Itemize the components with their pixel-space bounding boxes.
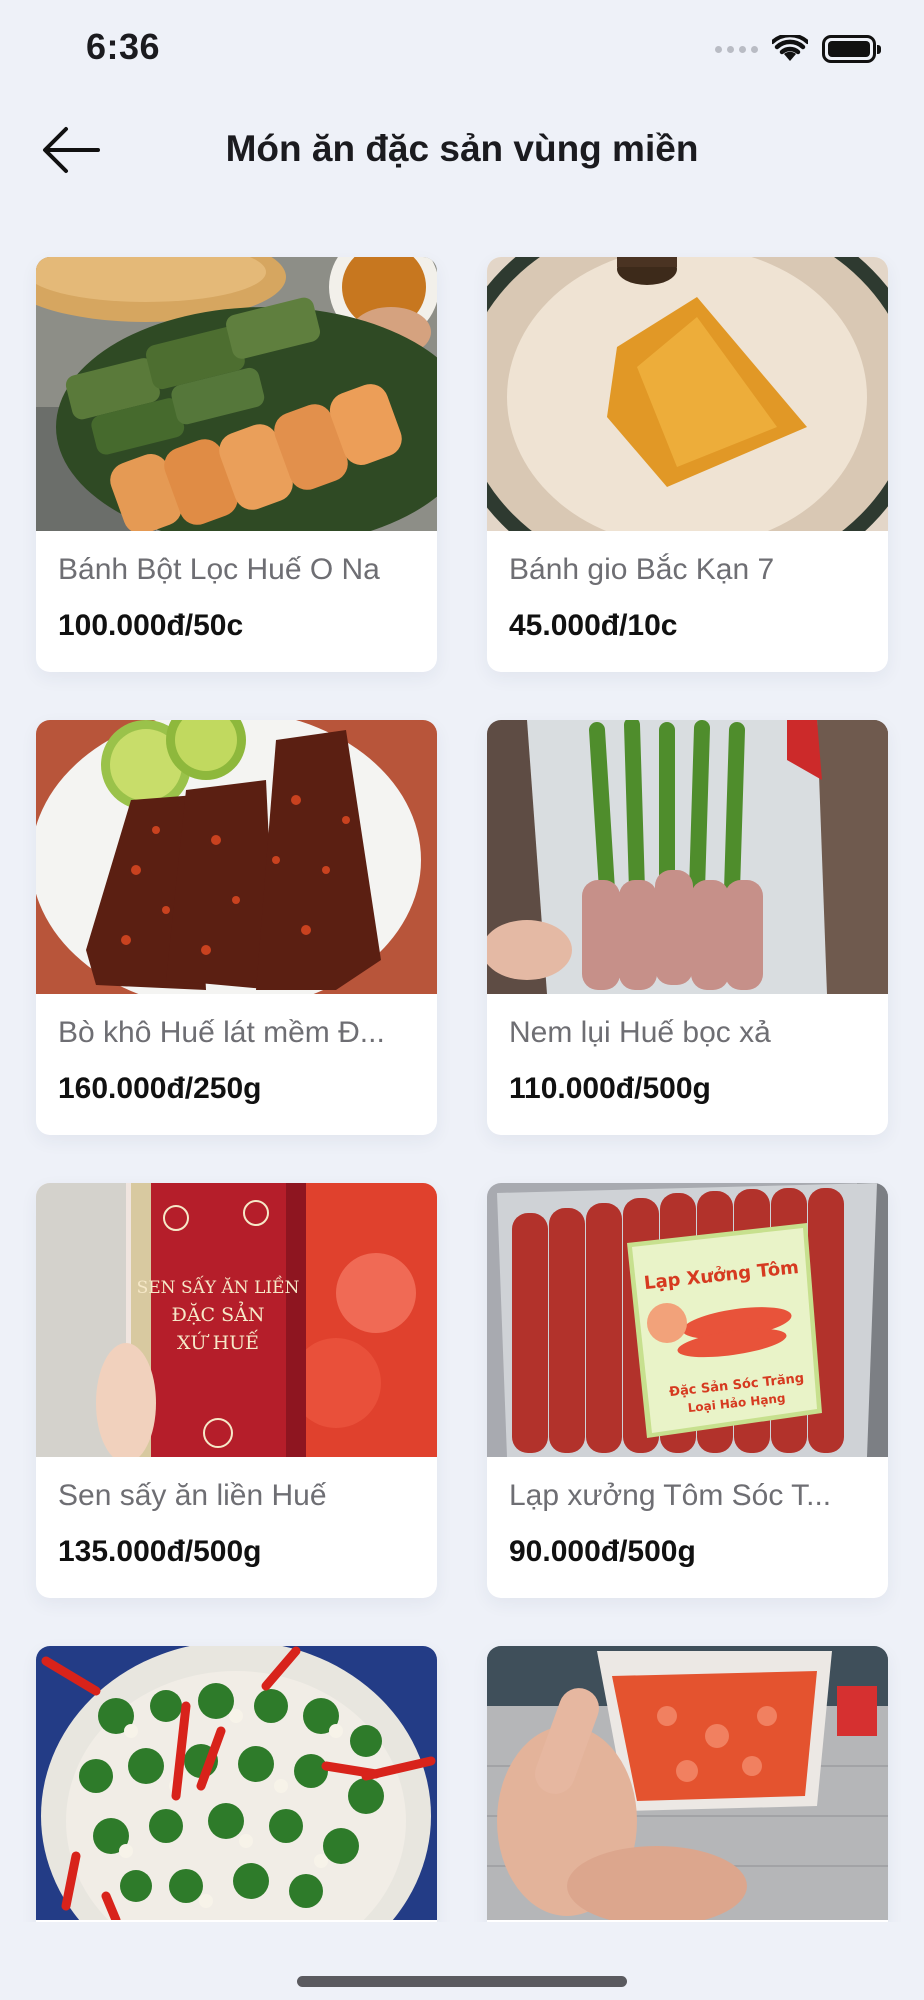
product-name: Bánh gio Bắc Kạn 7: [509, 553, 775, 586]
battery-icon: [822, 35, 881, 63]
product-image: [36, 1646, 437, 1920]
product-card[interactable]: SEN SẤY ĂN LIỀN ĐẶC SẢN XỨ HUẾ Sen sấy ă…: [36, 1183, 437, 1598]
lotus-jar-text-1: SEN SẤY ĂN LIỀN: [137, 1275, 300, 1298]
product-card[interactable]: Lạp Xưởng Tôm Đặc Sản Sóc Trăng Loại Hảo…: [487, 1183, 888, 1598]
screen: 6:36 Món ăn đặc sản vùng miền Bánh Bột L…: [0, 0, 924, 2000]
status-icons: [715, 34, 881, 64]
wifi-icon: [772, 35, 808, 61]
product-name: Sen sấy ăn liền Huế: [58, 1479, 327, 1512]
product-card[interactable]: Bò khô Huế lát mềm Đ... 160.000đ/250g: [36, 720, 437, 1135]
product-card[interactable]: Nem lụi Huế bọc xả 110.000đ/500g: [487, 720, 888, 1135]
product-card[interactable]: Bánh Bột Lọc Huế O Na 100.000đ/50c: [36, 257, 437, 672]
product-image: [36, 257, 437, 531]
status-bar: 6:36: [0, 0, 924, 100]
product-image: [487, 720, 888, 994]
product-price: 160.000đ/250g: [58, 1072, 262, 1105]
product-image: [487, 1646, 888, 1920]
product-card[interactable]: Bánh gio Bắc Kạn 7 45.000đ/10c: [487, 257, 888, 672]
product-image: SEN SẤY ĂN LIỀN ĐẶC SẢN XỨ HUẾ: [36, 1183, 437, 1457]
product-name: Bò khô Huế lát mềm Đ...: [58, 1016, 385, 1049]
product-name: Lạp xưởng Tôm Sóc T...: [509, 1479, 832, 1512]
product-grid: Bánh Bột Lọc Huế O Na 100.000đ/50c Bánh …: [36, 257, 888, 2000]
product-image: [36, 720, 437, 994]
home-indicator[interactable]: [297, 1976, 627, 1987]
product-image: Lạp Xưởng Tôm Đặc Sản Sóc Trăng Loại Hảo…: [487, 1183, 888, 1457]
product-price: 45.000đ/10c: [509, 609, 678, 642]
lotus-jar-text-2: ĐẶC SẢN: [172, 1302, 265, 1326]
product-price: 100.000đ/50c: [58, 609, 244, 642]
product-name: Bánh Bột Lọc Huế O Na: [58, 553, 380, 586]
lotus-jar-text-3: XỨ HUẾ: [177, 1329, 259, 1354]
product-image: [487, 257, 888, 531]
bottom-bar: [0, 1922, 924, 2000]
status-time: 6:36: [86, 26, 161, 67]
product-price: 110.000đ/500g: [509, 1072, 711, 1105]
page-title: Món ăn đặc sản vùng miền: [225, 128, 699, 169]
product-name: Nem lụi Huế bọc xả: [509, 1016, 771, 1049]
product-price: 90.000đ/500g: [509, 1535, 696, 1568]
product-price: 135.000đ/500g: [58, 1535, 262, 1568]
header: Món ăn đặc sản vùng miền: [0, 100, 924, 210]
signal-icon: [715, 45, 758, 53]
